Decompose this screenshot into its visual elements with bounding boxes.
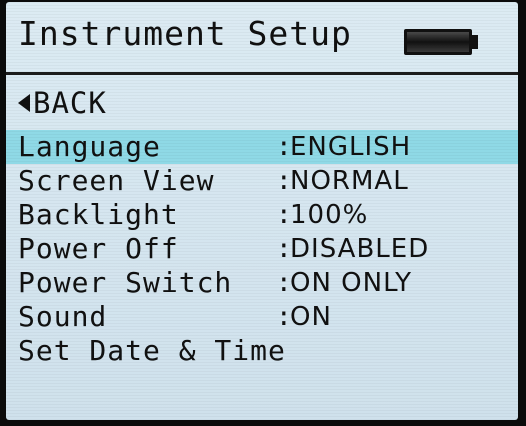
settings-menu: Language : ENGLISH Screen View : NORMAL … — [6, 130, 518, 368]
triangle-left-icon — [18, 94, 30, 112]
battery-terminal — [472, 35, 478, 49]
menu-item-screen-view[interactable]: Screen View : NORMAL — [6, 164, 518, 198]
menu-item-power-switch[interactable]: Power Switch : ON ONLY — [6, 266, 518, 300]
menu-item-set-date-time[interactable]: Set Date & Time — [6, 334, 518, 368]
menu-item-value: 100% — [290, 200, 369, 230]
menu-item-label: Language — [18, 130, 161, 163]
menu-item-label: Sound — [18, 300, 108, 333]
menu-item-value: ENGLISH — [290, 132, 412, 162]
menu-item-label: Power Switch — [18, 266, 233, 299]
menu-item-sound[interactable]: Sound : ON — [6, 300, 518, 334]
menu-item-backlight[interactable]: Backlight : 100% — [6, 198, 518, 232]
menu-item-value: ON ONLY — [290, 268, 413, 298]
back-label: BACK — [33, 86, 107, 120]
menu-item-label: Backlight — [18, 198, 179, 231]
device-bezel: Instrument Setup BACK Language : ENGLISH… — [0, 0, 526, 426]
back-button[interactable]: BACK — [18, 86, 107, 120]
menu-item-label: Set Date & Time — [18, 334, 286, 367]
menu-item-label: Power Off — [18, 232, 179, 265]
lcd-screen: Instrument Setup BACK Language : ENGLISH… — [6, 2, 518, 420]
menu-item-value: ON — [290, 302, 332, 332]
title-bar: Instrument Setup — [6, 2, 518, 75]
menu-item-power-off[interactable]: Power Off : DISABLED — [6, 232, 518, 266]
menu-item-label: Screen View — [18, 164, 215, 197]
menu-item-value: NORMAL — [290, 166, 409, 196]
screen-title: Instrument Setup — [18, 14, 352, 53]
menu-item-language[interactable]: Language : ENGLISH — [6, 130, 518, 164]
battery-icon — [404, 29, 472, 55]
menu-item-value: DISABLED — [290, 234, 430, 264]
